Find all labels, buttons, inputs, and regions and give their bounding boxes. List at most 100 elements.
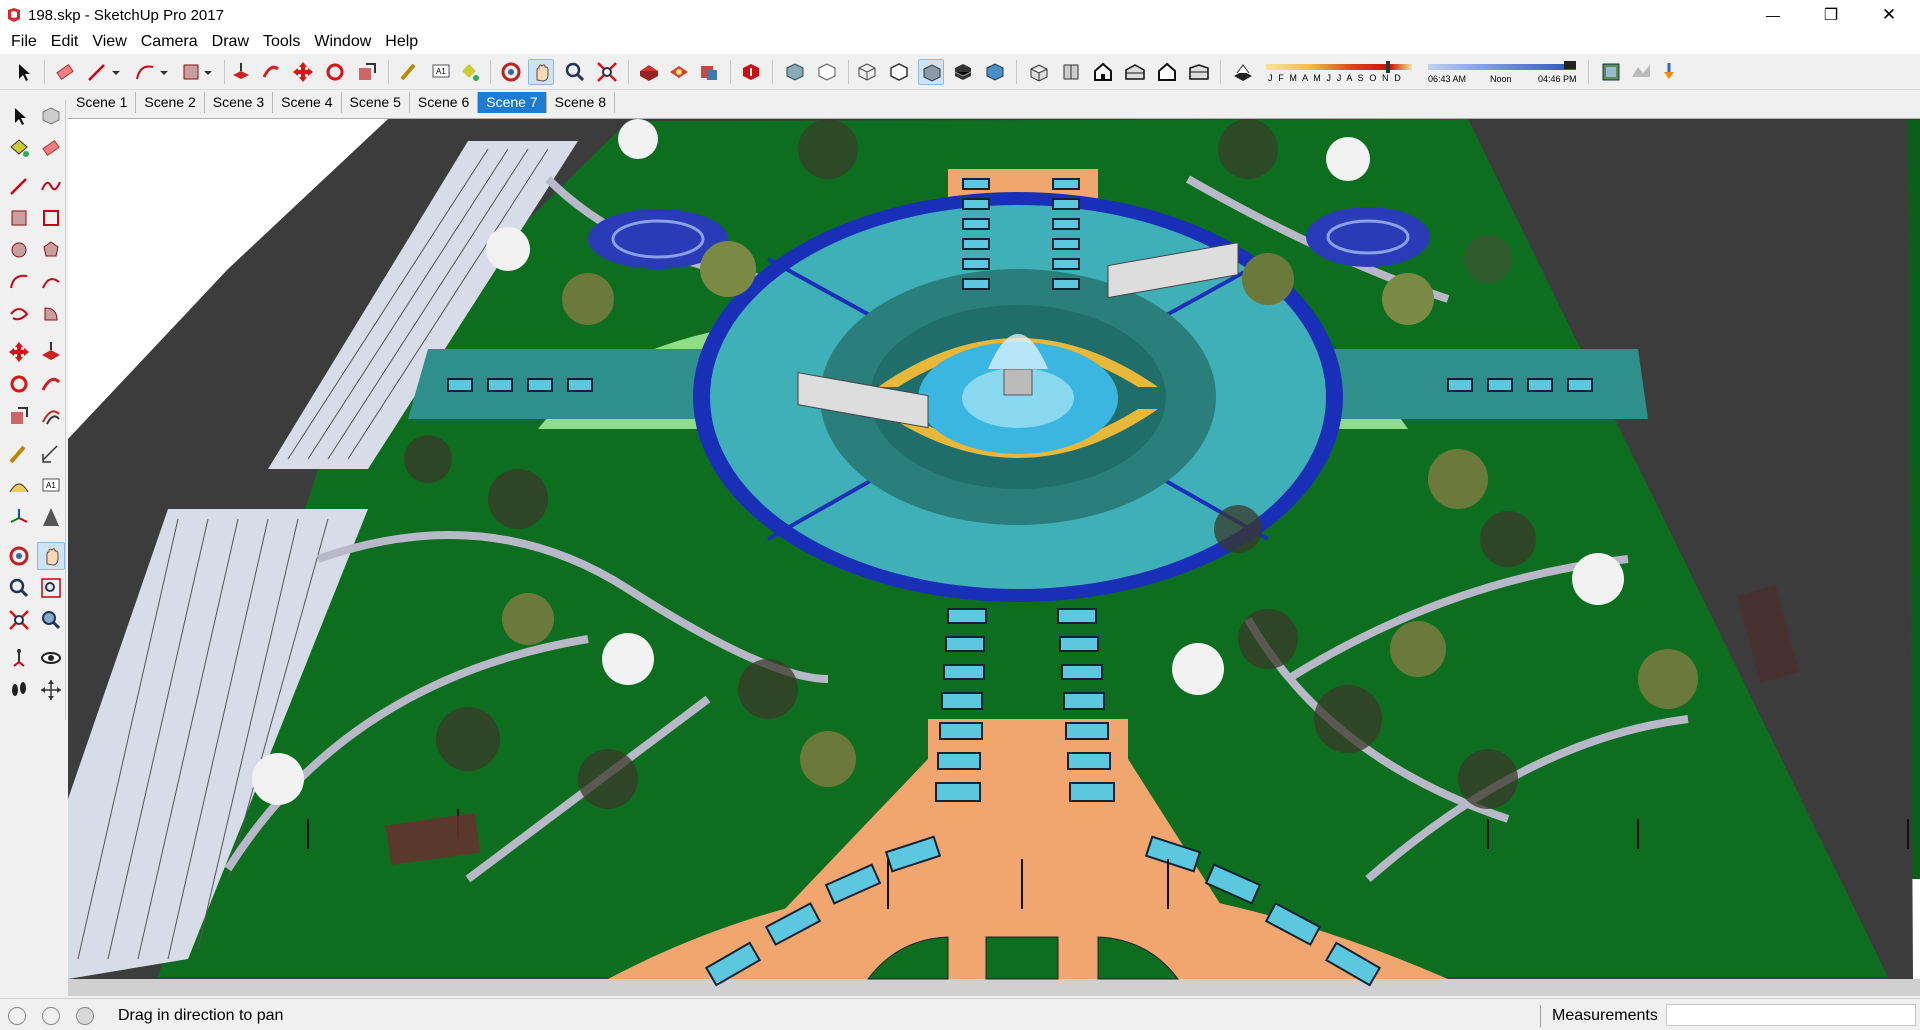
zoom-icon[interactable] bbox=[5, 574, 33, 602]
menu-draw[interactable]: Draw bbox=[205, 33, 256, 51]
shadow-date-slider[interactable]: J F M A M J J A S O N D bbox=[1266, 60, 1414, 86]
previous-view-icon[interactable] bbox=[37, 606, 65, 634]
rotate-icon[interactable] bbox=[5, 370, 33, 398]
minimize-button[interactable]: — bbox=[1744, 0, 1802, 30]
back-view-icon[interactable] bbox=[1154, 59, 1180, 85]
rectangle-icon[interactable] bbox=[178, 59, 204, 85]
left-view-icon[interactable] bbox=[1186, 59, 1212, 85]
select-icon[interactable] bbox=[5, 102, 33, 130]
menu-camera[interactable]: Camera bbox=[134, 33, 205, 51]
rotated-rectangle-icon[interactable] bbox=[37, 204, 65, 232]
wireframe-icon[interactable] bbox=[854, 59, 880, 85]
dimension-icon[interactable] bbox=[37, 440, 65, 468]
xray-style-icon[interactable] bbox=[782, 59, 808, 85]
look-around-icon[interactable] bbox=[37, 644, 65, 672]
right-view-icon[interactable] bbox=[1122, 59, 1148, 85]
3d-text-icon[interactable] bbox=[37, 504, 65, 532]
tab-scene-1[interactable]: Scene 1 bbox=[68, 92, 137, 113]
tab-scene-4[interactable]: Scene 4 bbox=[273, 92, 342, 113]
component-icon[interactable] bbox=[37, 102, 65, 130]
select-icon[interactable] bbox=[10, 59, 36, 85]
restore-button[interactable]: ❐ bbox=[1802, 0, 1860, 30]
tab-scene-8[interactable]: Scene 8 bbox=[546, 92, 615, 113]
iso-view-icon[interactable] bbox=[1026, 59, 1052, 85]
pie-icon[interactable] bbox=[37, 300, 65, 328]
text-icon[interactable]: A1 bbox=[428, 59, 454, 85]
polygon-icon[interactable] bbox=[37, 236, 65, 264]
tab-scene-7[interactable]: Scene 7 bbox=[478, 92, 547, 113]
zoom-icon[interactable] bbox=[562, 59, 588, 85]
line-icon[interactable] bbox=[5, 172, 33, 200]
scale-icon[interactable] bbox=[5, 402, 33, 430]
model-viewport[interactable] bbox=[68, 118, 1920, 996]
text-icon[interactable]: A1 bbox=[37, 472, 65, 500]
move-icon[interactable] bbox=[5, 338, 33, 366]
geo-location-icon[interactable] bbox=[8, 1007, 26, 1025]
components-share-icon[interactable] bbox=[666, 59, 692, 85]
photo-texture-icon[interactable] bbox=[1656, 59, 1682, 85]
menu-file[interactable]: File bbox=[4, 33, 44, 51]
user-account-icon[interactable] bbox=[76, 1007, 94, 1025]
extension-manager-icon[interactable] bbox=[738, 59, 764, 85]
top-view-icon[interactable] bbox=[1058, 59, 1084, 85]
walk-icon[interactable] bbox=[5, 676, 33, 704]
freehand-icon[interactable] bbox=[37, 172, 65, 200]
pan-icon[interactable] bbox=[528, 59, 554, 85]
tape-measure-icon[interactable] bbox=[396, 59, 422, 85]
rectangle-icon[interactable] bbox=[5, 204, 33, 232]
position-camera-icon[interactable] bbox=[5, 644, 33, 672]
menu-help[interactable]: Help bbox=[378, 33, 425, 51]
zoom-window-icon[interactable] bbox=[37, 574, 65, 602]
menu-tools[interactable]: Tools bbox=[256, 33, 307, 51]
offset-icon[interactable] bbox=[37, 402, 65, 430]
3d-warehouse-icon[interactable] bbox=[636, 59, 662, 85]
zoom-extents-icon[interactable] bbox=[5, 606, 33, 634]
push-pull-icon[interactable] bbox=[37, 338, 65, 366]
credits-icon[interactable] bbox=[42, 1007, 60, 1025]
close-button[interactable]: ✕ bbox=[1860, 0, 1918, 30]
shadow-time-slider[interactable]: 06:43 AM Noon 04:46 PM bbox=[1426, 60, 1580, 86]
circle-icon[interactable] bbox=[5, 236, 33, 264]
tape-measure-icon[interactable] bbox=[5, 440, 33, 468]
tab-scene-3[interactable]: Scene 3 bbox=[204, 92, 274, 113]
push-pull-icon[interactable] bbox=[228, 59, 254, 85]
tab-scene-2[interactable]: Scene 2 bbox=[136, 92, 205, 113]
eraser-icon[interactable] bbox=[52, 59, 78, 85]
three-point-arc-icon[interactable] bbox=[5, 300, 33, 328]
shaded-icon[interactable] bbox=[918, 59, 944, 85]
section-plane-icon[interactable] bbox=[37, 676, 65, 704]
scale-icon[interactable] bbox=[354, 59, 380, 85]
protractor-icon[interactable] bbox=[5, 472, 33, 500]
hidden-line-icon[interactable] bbox=[886, 59, 912, 85]
shadow-time-thumb[interactable] bbox=[1564, 61, 1576, 69]
arc-icon[interactable] bbox=[5, 268, 33, 296]
back-edges-icon[interactable] bbox=[814, 59, 840, 85]
add-location-icon[interactable] bbox=[1598, 59, 1624, 85]
shaded-textures-icon[interactable] bbox=[950, 59, 976, 85]
paint-bucket-icon[interactable] bbox=[456, 59, 482, 85]
menu-view[interactable]: View bbox=[85, 33, 133, 51]
follow-me-icon[interactable] bbox=[258, 59, 284, 85]
orbit-icon[interactable] bbox=[5, 542, 33, 570]
extension-warehouse-icon[interactable] bbox=[696, 59, 722, 85]
rotate-icon[interactable] bbox=[322, 59, 348, 85]
eraser-icon[interactable] bbox=[37, 134, 65, 162]
axes-icon[interactable] bbox=[5, 504, 33, 532]
pan-icon[interactable] bbox=[37, 542, 65, 570]
front-view-icon[interactable] bbox=[1090, 59, 1116, 85]
follow-me-icon[interactable] bbox=[37, 370, 65, 398]
paint-bucket-icon[interactable] bbox=[5, 134, 33, 162]
shadows-toggle-icon[interactable] bbox=[1230, 59, 1256, 85]
tab-scene-5[interactable]: Scene 5 bbox=[341, 92, 410, 113]
toggle-terrain-icon[interactable] bbox=[1628, 59, 1654, 85]
measurements-input[interactable] bbox=[1666, 1004, 1916, 1026]
menu-edit[interactable]: Edit bbox=[44, 33, 86, 51]
line-icon[interactable] bbox=[84, 59, 110, 85]
move-icon[interactable] bbox=[290, 59, 316, 85]
tab-scene-6[interactable]: Scene 6 bbox=[409, 92, 479, 113]
orbit-icon[interactable] bbox=[498, 59, 524, 85]
menu-window[interactable]: Window bbox=[307, 33, 378, 51]
zoom-extents-icon[interactable] bbox=[594, 59, 620, 85]
shadow-date-thumb[interactable] bbox=[1386, 61, 1390, 73]
monochrome-icon[interactable] bbox=[982, 59, 1008, 85]
